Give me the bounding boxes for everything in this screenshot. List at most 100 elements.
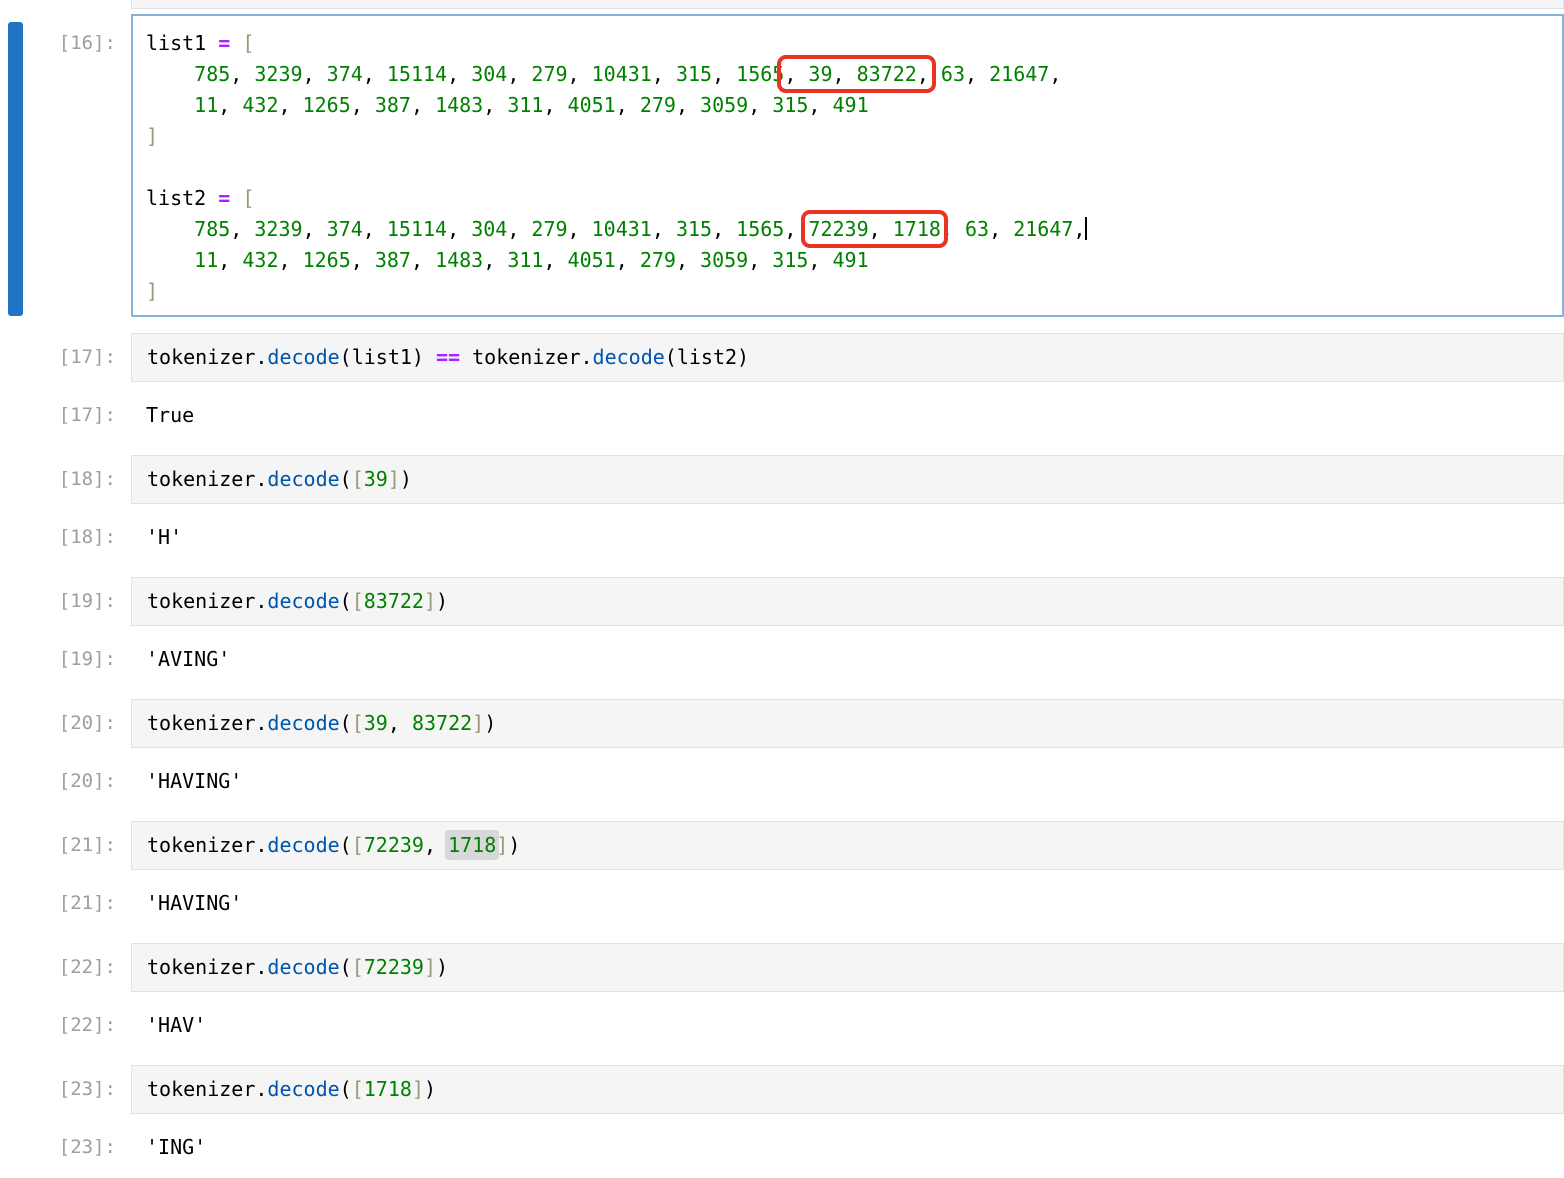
text-cursor [1085,217,1087,240]
code-token: , [784,62,808,86]
output-prompt: [21]: [0,888,131,919]
code-token: 4051 [568,248,616,272]
code-token: 3059 [700,93,748,117]
code-token: tokenizer. [147,1077,267,1101]
notebook-cell: [20]: tokenizer.decode([39, 83722]) [20]… [0,699,1564,797]
code-token: 39 [808,62,832,86]
code-token: 279 [531,62,567,86]
code-token [929,62,941,86]
code-token: == [436,345,460,369]
code-token: , [363,217,387,241]
code-token: tokenizer. [147,955,267,979]
code-token: , [483,93,507,117]
code-token [146,217,194,241]
cell-output-area: [23]: 'ING' [0,1132,1564,1163]
code-token [146,62,194,86]
code-token: ( [340,589,352,613]
code-token: 83722 [412,711,472,735]
input-prompt: [20]: [0,699,131,739]
code-token: 311 [507,93,543,117]
output-prompt: [22]: [0,1010,131,1041]
code-token: 1265 [303,248,351,272]
cell-code-editor[interactable]: tokenizer.decode([72239, 1718]) [131,821,1564,870]
code-token: ] [388,467,400,491]
output-prompt: [20]: [0,766,131,797]
cell-code-editor[interactable]: tokenizer.decode([39, 83722]) [131,699,1564,748]
notebook-cell: [19]: tokenizer.decode([83722]) [19]: 'A… [0,577,1564,675]
code-token: , [989,217,1013,241]
code-token: , [869,217,893,241]
code-token: tokenizer. [147,467,267,491]
code-token [230,186,242,210]
code-line: tokenizer.decode([39]) [147,464,1559,495]
code-token: , [808,93,832,117]
code-line: 11, 432, 1265, 387, 1483, 311, 4051, 279… [146,245,1558,276]
cell-output-area: [19]: 'AVING' [0,644,1564,675]
cell-input-area: [17]: tokenizer.decode(list1) == tokeniz… [0,333,1564,382]
code-token: 432 [242,93,278,117]
cell-output-area: [21]: 'HAVING' [0,888,1564,919]
code-token: ] [146,279,158,303]
code-token: 304 [471,217,507,241]
code-token: , [748,248,772,272]
cell-input-area: [19]: tokenizer.decode([83722]) [0,577,1564,626]
cell-code-editor[interactable]: tokenizer.decode([83722]) [131,577,1564,626]
previous-cell-partial[interactable] [131,0,1564,9]
code-token: = [218,186,230,210]
code-token: , [411,93,435,117]
code-token: 387 [375,248,411,272]
code-token: 63 [941,62,965,86]
cell-code-editor[interactable]: tokenizer.decode([39]) [131,455,1564,504]
code-token: , [652,217,676,241]
code-token: , [278,248,302,272]
code-token: , [363,62,387,86]
cell-code-editor[interactable]: list1 = [ 785, 3239, 374, 15114, 304, 27… [131,14,1564,317]
code-token: ( [340,1077,352,1101]
code-token: ] [424,589,436,613]
code-token: 374 [327,62,363,86]
cell-input-area: [18]: tokenizer.decode([39]) [0,455,1564,504]
code-token: , [616,248,640,272]
code-token: 10431 [592,217,652,241]
code-line: ] [146,121,1558,152]
code-token: decode [267,467,339,491]
code-token: decode [267,711,339,735]
code-token: 311 [507,248,543,272]
code-token: [ [242,31,254,55]
code-token: (list1) [340,345,436,369]
code-token: 3059 [700,248,748,272]
cell-code-editor[interactable]: tokenizer.decode([1718]) [131,1065,1564,1114]
code-token: 83722 [364,589,424,613]
cell-input-area: [21]: tokenizer.decode([72239, 1718]) [0,821,1564,870]
code-token: list2 [146,186,206,210]
code-token: [ [352,833,364,857]
code-token: 1718 [448,833,496,857]
code-token: ( [340,467,352,491]
code-token: ) [436,589,448,613]
input-prompt: [18]: [0,455,131,495]
code-token: 387 [375,93,411,117]
code-token: 1565 [736,217,784,241]
code-token: [ [352,1077,364,1101]
code-token: [ [352,711,364,735]
cell-code-editor[interactable]: tokenizer.decode(list1) == tokenizer.dec… [131,333,1564,382]
code-token: = [218,31,230,55]
code-token: , [447,217,471,241]
output-text: 'HAV' [131,1010,1564,1041]
code-token: tokenizer. [147,345,267,369]
code-token: , [218,93,242,117]
code-token: [ [352,467,364,491]
code-token: 491 [833,248,869,272]
output-text: 'ING' [131,1132,1564,1163]
code-token: , [543,93,567,117]
code-token: 21647 [1013,217,1073,241]
highlighted-token: 1718 [448,833,496,857]
code-token: , [424,833,448,857]
red-annotation-box: , 39, 83722, [784,62,929,86]
code-token: , [1073,217,1085,241]
cell-code-editor[interactable]: tokenizer.decode([72239]) [131,943,1564,992]
code-token: , [568,217,592,241]
cell-input-area: [23]: tokenizer.decode([1718]) [0,1065,1564,1114]
output-prompt: [18]: [0,522,131,553]
input-prompt: [19]: [0,577,131,617]
